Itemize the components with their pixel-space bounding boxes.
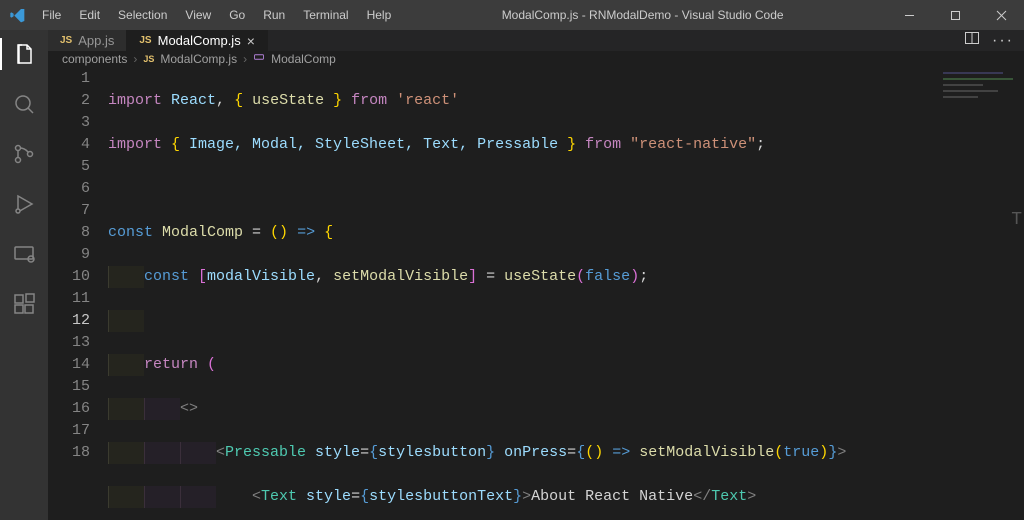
menu-go[interactable]: Go — [221, 4, 253, 26]
tab-bar: JS App.js JS ModalComp.js × ··· — [48, 30, 1024, 51]
tab-modalcompjs[interactable]: JS ModalComp.js × — [127, 30, 268, 51]
source-control-icon[interactable] — [0, 138, 48, 170]
maximize-button[interactable] — [932, 0, 978, 30]
breadcrumb[interactable]: components › JS ModalComp.js › ModalComp — [48, 51, 1024, 66]
extensions-icon[interactable] — [0, 288, 48, 320]
js-file-icon: JS — [139, 35, 151, 46]
code-content[interactable]: import React, { useState } from 'react' … — [108, 66, 1024, 520]
symbol-variable-icon — [253, 51, 265, 66]
menu-edit[interactable]: Edit — [71, 4, 108, 26]
activity-bar — [0, 30, 48, 520]
window-title: ModalComp.js - RNModalDemo - Visual Stud… — [399, 8, 886, 22]
chevron-right-icon: › — [243, 52, 247, 66]
breadcrumb-folder[interactable]: components — [62, 52, 127, 66]
line-number-gutter: 123456789101112131415161718 — [48, 66, 108, 520]
more-actions-icon[interactable]: ··· — [992, 32, 1014, 50]
js-file-icon: JS — [60, 35, 72, 46]
tab-label: App.js — [78, 33, 114, 48]
code-editor[interactable]: 123456789101112131415161718 import React… — [48, 66, 1024, 520]
close-tab-icon[interactable]: × — [247, 34, 255, 48]
menu-file[interactable]: File — [34, 4, 69, 26]
vscode-logo-icon — [0, 7, 34, 23]
minimize-button[interactable] — [886, 0, 932, 30]
minimap[interactable] — [938, 66, 1024, 520]
menu-run[interactable]: Run — [255, 4, 293, 26]
menu-bar: File Edit Selection View Go Run Terminal… — [34, 4, 399, 26]
menu-selection[interactable]: Selection — [110, 4, 175, 26]
editor-group: JS App.js JS ModalComp.js × ··· componen… — [48, 30, 1024, 520]
split-editor-icon[interactable] — [964, 30, 980, 51]
menu-view[interactable]: View — [177, 4, 219, 26]
breadcrumb-symbol[interactable]: ModalComp — [271, 52, 336, 66]
run-debug-icon[interactable] — [0, 188, 48, 220]
menu-terminal[interactable]: Terminal — [295, 4, 356, 26]
window-controls — [886, 0, 1024, 30]
tab-appjs[interactable]: JS App.js — [48, 30, 127, 51]
title-bar: File Edit Selection View Go Run Terminal… — [0, 0, 1024, 30]
js-file-icon: JS — [143, 54, 154, 64]
search-icon[interactable] — [0, 88, 48, 120]
explorer-icon[interactable] — [0, 38, 48, 70]
chevron-right-icon: › — [133, 52, 137, 66]
close-button[interactable] — [978, 0, 1024, 30]
remote-explorer-icon[interactable] — [0, 238, 48, 270]
menu-help[interactable]: Help — [359, 4, 400, 26]
scroll-indicator-icon: T — [1011, 210, 1022, 230]
tab-label: ModalComp.js — [158, 33, 241, 48]
breadcrumb-file[interactable]: ModalComp.js — [160, 52, 237, 66]
